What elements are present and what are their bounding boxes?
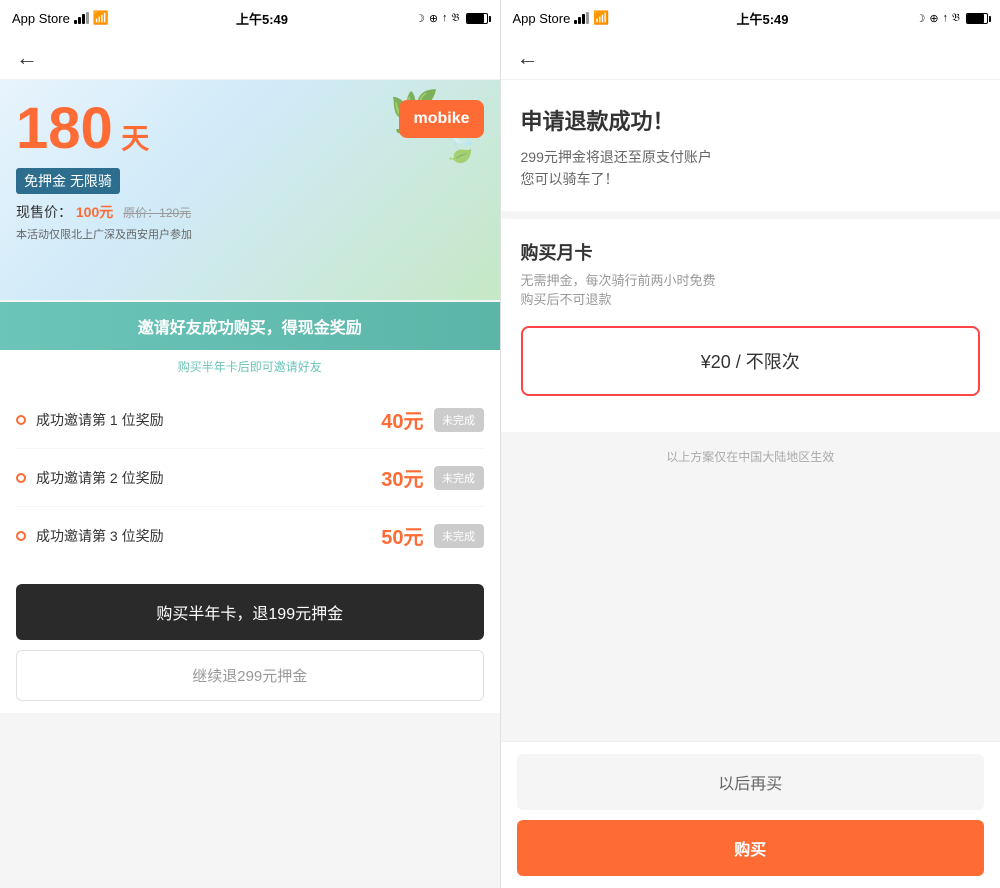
reward-text-1: 成功邀请第 1 位奖励 <box>36 410 354 430</box>
buy-monthly-button[interactable]: 购买 <box>517 820 985 876</box>
left-signal <box>74 12 89 24</box>
left-time: 上午5:49 <box>236 9 288 28</box>
right-location-icon: ⊕ <box>929 12 938 25</box>
reward-item-2: 成功邀请第 2 位奖励 30元 未完成 <box>16 449 484 507</box>
later-button[interactable]: 以后再买 <box>517 754 985 810</box>
invite-banner-text: 邀请好友成功购买，得现金奖励 <box>138 320 362 337</box>
reward-amount-2: 30元 <box>364 463 424 492</box>
invite-sub-text: 购买半年卡后即可邀请好友 <box>0 350 500 383</box>
monthly-desc: 无需押金，每次骑行前两小时免费购买后不可退款 <box>521 271 981 310</box>
reward-text-3: 成功邀请第 3 位奖励 <box>36 526 354 546</box>
right-screen-content: 申请退款成功！ 299元押金将退还至原支付账户 您可以骑车了！ 购买月卡 无需押… <box>501 80 1000 741</box>
left-status-bar: App Store 📶 上午5:49 ☽ ⊕ ↑ 𝔅 <box>0 0 500 36</box>
left-arrow-icon: ↑ <box>442 12 448 24</box>
right-arrow-icon: ↑ <box>943 12 949 24</box>
right-bluetooth-icon: 𝔅 <box>952 12 960 25</box>
current-price-label: 现售价： <box>16 204 72 220</box>
right-moon-icon: ☽ <box>915 12 925 25</box>
reward-status-2: 未完成 <box>434 466 484 490</box>
reward-dot-2 <box>16 473 26 483</box>
promo-card: 180 天 免押金 无限骑 现售价： 100元 原价：120元 本活动仅限北上广… <box>0 80 500 300</box>
current-price: 100元 <box>76 204 113 220</box>
promo-days: 180 <box>16 96 113 161</box>
left-bluetooth-icon: 𝔅 <box>452 12 460 25</box>
left-back-button[interactable]: ← <box>16 45 38 71</box>
reward-status-3: 未完成 <box>434 524 484 548</box>
right-back-button[interactable]: ← <box>517 45 539 71</box>
buy-half-year-button[interactable]: 购买半年卡，退199元押金 <box>16 584 484 640</box>
right-status-bar: App Store 📶 上午5:49 ☽ ⊕ ↑ 𝔅 <box>501 0 1000 36</box>
reward-status-1: 未完成 <box>434 408 484 432</box>
promo-days-unit: 天 <box>121 123 149 154</box>
success-desc-line1: 299元押金将退还至原支付账户 <box>521 149 712 165</box>
left-battery <box>466 13 488 24</box>
right-bottom-buttons: 以后再买 购买 <box>501 741 1000 888</box>
left-bottom-buttons: 购买半年卡，退199元押金 继续退299元押金 <box>0 572 500 713</box>
promo-price: 现售价： 100元 原价：120元 <box>16 202 484 222</box>
left-moon-icon: ☽ <box>415 12 425 25</box>
monthly-section: 购买月卡 无需押金，每次骑行前两小时免费购买后不可退款 ¥20 / 不限次 <box>501 219 1000 432</box>
left-carrier: App Store <box>12 11 70 26</box>
monthly-title: 购买月卡 <box>521 239 981 265</box>
right-signal <box>574 12 589 24</box>
reward-item-1: 成功邀请第 1 位奖励 40元 未完成 <box>16 391 484 449</box>
mobike-logo: mobike <box>399 100 483 138</box>
right-status-right: ☽ ⊕ ↑ 𝔅 <box>915 12 988 25</box>
promo-note: 本活动仅限北上广深及西安用户参加 <box>16 226 484 242</box>
continue-refund-button[interactable]: 继续退299元押金 <box>16 650 484 701</box>
left-location-icon: ⊕ <box>429 12 438 25</box>
reward-amount-3: 50元 <box>364 521 424 550</box>
success-title: 申请退款成功！ <box>521 104 981 136</box>
reward-dot-3 <box>16 531 26 541</box>
reward-dot-1 <box>16 415 26 425</box>
reward-amount-1: 40元 <box>364 405 424 434</box>
original-price: 原价：120元 <box>123 206 191 220</box>
left-phone-screen: App Store 📶 上午5:49 ☽ ⊕ ↑ 𝔅 ← <box>0 0 501 888</box>
right-battery <box>966 13 988 24</box>
promo-badge: 免押金 无限骑 <box>16 168 120 194</box>
left-wifi-icon: 📶 <box>93 10 109 26</box>
success-desc-1: 299元押金将退还至原支付账户 您可以骑车了！ <box>521 146 981 191</box>
right-wifi-icon: 📶 <box>593 10 609 26</box>
right-carrier: App Store <box>513 11 571 26</box>
notice-text: 以上方案仅在中国大陆地区生效 <box>501 432 1000 481</box>
invite-sub-label: 购买半年卡后即可邀请好友 <box>178 360 322 374</box>
success-desc-line2: 您可以骑车了！ <box>521 171 619 187</box>
reward-item-3: 成功邀请第 3 位奖励 50元 未完成 <box>16 507 484 564</box>
left-screen-content: 180 天 免押金 无限骑 现售价： 100元 原价：120元 本活动仅限北上广… <box>0 80 500 888</box>
reward-text-2: 成功邀请第 2 位奖励 <box>36 468 354 488</box>
invite-banner: 邀请好友成功购买，得现金奖励 <box>0 302 500 350</box>
right-nav-bar: ← <box>501 36 1000 80</box>
price-option[interactable]: ¥20 / 不限次 <box>521 326 981 396</box>
left-nav-bar: ← <box>0 36 500 80</box>
right-time: 上午5:49 <box>736 9 788 28</box>
right-phone-screen: App Store 📶 上午5:49 ☽ ⊕ ↑ 𝔅 ← 申请退款成功！ <box>501 0 1000 888</box>
success-section: 申请退款成功！ 299元押金将退还至原支付账户 您可以骑车了！ <box>501 80 1000 211</box>
reward-list: 成功邀请第 1 位奖励 40元 未完成 成功邀请第 2 位奖励 30元 未完成 … <box>0 383 500 572</box>
left-status-right: ☽ ⊕ ↑ 𝔅 <box>415 12 488 25</box>
